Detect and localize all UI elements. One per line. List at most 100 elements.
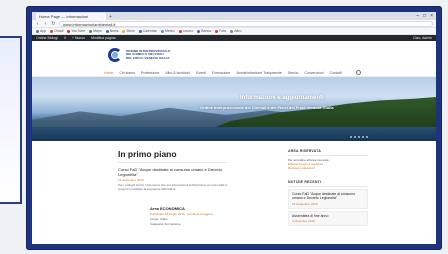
maximize-button[interactable]: □ (423, 12, 426, 20)
bookmark-item[interactable]: Calendar (138, 29, 157, 33)
bookmark-favicon-icon (67, 29, 71, 33)
nav-item[interactable]: Home (104, 71, 113, 75)
slider-dots[interactable] (350, 136, 368, 138)
admin-comments-count[interactable]: 0 (64, 36, 66, 40)
page-content: In primo piano Corso FaD "Acque destinat… (32, 141, 436, 231)
nav-item[interactable]: Amministrazione Trasparente (236, 71, 282, 75)
bookmark-label: Meteo (164, 29, 175, 33)
bookmark-label: Lavoro (182, 29, 194, 33)
window-controls: – □ × (416, 12, 436, 20)
recent-post-title[interactable]: Corso FaD "Acque destinate al consumo um… (292, 192, 364, 201)
sidebar: AREA RISERVATA Per accedere all'area ris… (288, 149, 368, 227)
bookmark-label: Maps (93, 29, 102, 33)
address-bar[interactable]: www.informazioniambientali.it (59, 20, 433, 27)
browser-tab[interactable]: Home Page — Informazioni (36, 13, 106, 20)
slider-dot[interactable] (366, 136, 368, 138)
bookmark-item[interactable]: Foto (215, 29, 226, 33)
minimize-button[interactable]: – (416, 12, 419, 20)
event-category: Categoria: Formazione (150, 222, 181, 226)
post-title-link[interactable]: Corso FaD "Acque destinate al consumo um… (118, 167, 228, 177)
recent-post-title[interactable]: Assemblea di fine anno (292, 214, 364, 218)
bookmark-favicon-icon (197, 29, 201, 33)
nav-item[interactable]: Servizi (288, 71, 299, 75)
bookmark-item[interactable]: Gmail (50, 29, 63, 33)
bookmark-label: App (40, 29, 47, 33)
reload-button[interactable]: ↻ (51, 21, 56, 27)
divider (288, 186, 368, 187)
nav-item[interactable]: Contatti (330, 71, 342, 75)
photo-scene: Home Page — Informazioni + – □ × ‹ › ↻ w… (0, 0, 448, 254)
bookmark-label: Banca (201, 29, 212, 33)
nav-item[interactable]: Albo & iscrizioni (165, 71, 190, 75)
adjacent-panel (0, 36, 22, 204)
nav-item[interactable]: Eventi (196, 71, 206, 75)
event-links[interactable]: Pubblicato 18 Luglio 2019 · Continua a l… (150, 212, 270, 216)
recent-post-card[interactable]: Assemblea di fine anno 3 Dicembre 2018 (288, 210, 368, 227)
monitor-bezel: Home Page — Informazioni + – □ × ‹ › ↻ w… (26, 6, 442, 250)
hero-subtitle: Ordine Interprovinciale dei Chimici e de… (200, 105, 334, 110)
recent-post-card[interactable]: Corso FaD "Acque destinate al consumo um… (288, 189, 368, 209)
admin-user-menu[interactable]: Ciao, Admin (413, 36, 432, 40)
search-icon[interactable] (355, 70, 361, 75)
close-window-button[interactable]: × (430, 12, 433, 20)
bookmark-label: YouTube (71, 29, 86, 33)
section-title: In primo piano (118, 149, 177, 159)
tab-strip: Home Page — Informazioni + – □ × (32, 12, 436, 20)
bookmark-favicon-icon (138, 29, 142, 33)
bookmark-favicon-icon (230, 29, 234, 33)
sidebar-heading: AREA RISERVATA (288, 149, 321, 153)
admin-new-button[interactable]: + Nuovo (72, 36, 85, 40)
browser-window: Home Page — Informazioni + – □ × ‹ › ↻ w… (32, 12, 436, 244)
event-location: Luogo: Udine (150, 217, 168, 221)
bookmark-favicon-icon (160, 29, 164, 33)
bookmark-favicon-icon (105, 29, 109, 33)
nav-item[interactable]: Formazione (212, 71, 230, 75)
slider-dot[interactable] (358, 136, 360, 138)
forward-button[interactable]: › (43, 21, 48, 27)
logo-line: DEL FRIULI VENEZIA GIULIA (126, 55, 170, 60)
bookmark-favicon-icon (36, 29, 39, 33)
post-date: 16 Settembre 2019 (118, 178, 144, 182)
sidebar-heading: NOTIZIE RECENTI (288, 180, 322, 184)
divider (118, 162, 228, 163)
bookmark-label: News (109, 29, 119, 33)
admin-site-link[interactable]: Ordine Biologi (36, 36, 58, 40)
post-excerpt: Per i colleghi iscritti, informiamo che … (118, 183, 228, 191)
admin-edit-page[interactable]: Modifica pagina (91, 36, 116, 40)
bookmark-item[interactable]: News (105, 29, 119, 33)
bookmarks-bar: App Gmail YouTube Maps News Drive Calendar Mete… (32, 28, 436, 35)
logo-icon[interactable] (108, 48, 122, 62)
bookmark-label: Gmail (54, 29, 64, 33)
main-column: In primo piano Corso FaD "Acque destinat… (118, 149, 248, 192)
recent-post-date: 16 Settembre 2019 (292, 201, 318, 206)
slider-dot[interactable] (350, 136, 352, 138)
bookmark-favicon-icon (178, 29, 182, 33)
bookmark-item[interactable]: Drive (122, 29, 135, 33)
bookmark-item[interactable]: Lavoro (178, 29, 194, 33)
hero-lake (32, 127, 436, 141)
nav-item[interactable]: Professione (141, 71, 159, 75)
nav-item[interactable]: Convenzioni (304, 71, 323, 75)
slider-dot[interactable] (362, 136, 364, 138)
bookmark-label: Foto (219, 29, 227, 33)
bookmark-item[interactable]: YouTube (67, 29, 85, 33)
bookmark-label: Drive (126, 29, 135, 33)
bookmark-item[interactable]: App (36, 29, 46, 33)
bookmark-item[interactable]: Meteo (160, 29, 175, 33)
bookmark-label: Calendar (142, 29, 157, 33)
bookmark-label: Altro (234, 29, 242, 33)
main-navigation: Home Chi siamo Professione Albo & iscrizion… (32, 69, 436, 77)
back-button[interactable]: ‹ (35, 21, 40, 27)
nav-item[interactable]: Chi siamo (119, 71, 135, 75)
event-box: Area ECONOMICA Pubblicato 18 Luglio 2019… (150, 206, 270, 226)
new-tab-button[interactable]: + (109, 14, 115, 20)
bookmark-item[interactable]: Altro (230, 29, 241, 33)
bookmark-item[interactable]: Banca (197, 29, 211, 33)
bookmark-favicon-icon (122, 29, 126, 33)
slider-dot[interactable] (354, 136, 356, 138)
divider (288, 155, 368, 156)
bookmark-item[interactable]: Maps (89, 29, 102, 33)
event-title[interactable]: Area ECONOMICA (150, 206, 270, 211)
logo-text[interactable]: ORDINE INTERPROVINCIALE DEI CHIMICI E DE… (126, 49, 170, 61)
recent-post-date: 3 Dicembre 2018 (292, 219, 315, 224)
